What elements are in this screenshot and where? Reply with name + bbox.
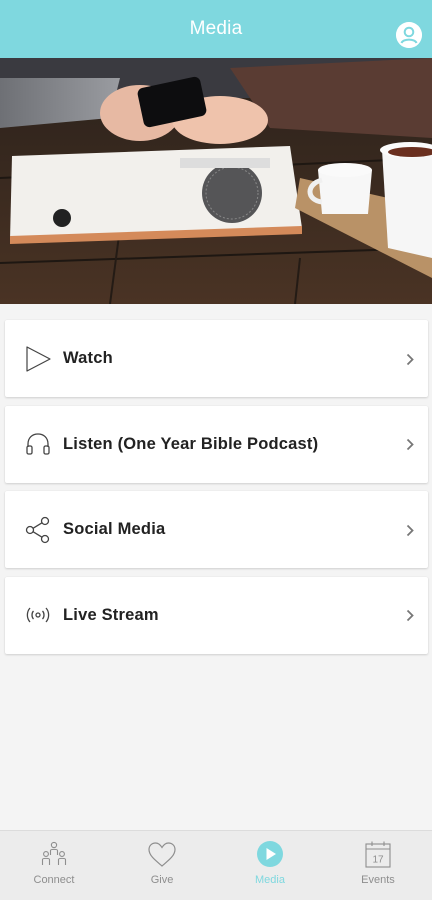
menu-item-label: Listen (One Year Bible Podcast): [63, 434, 319, 453]
tab-media[interactable]: Media: [216, 831, 324, 900]
profile-button[interactable]: [396, 22, 422, 48]
broadcast-icon: [21, 598, 55, 632]
tab-label: Connect: [33, 874, 75, 886]
app-header: Media: [0, 0, 432, 58]
menu-item-watch[interactable]: Watch: [5, 320, 428, 397]
menu-item-label: Social Media: [63, 520, 166, 538]
profile-icon: [396, 22, 422, 48]
tab-connect[interactable]: Connect: [0, 831, 108, 900]
chevron-right-icon: [406, 524, 414, 536]
media-menu: Watch Listen (One Year Bible Podcast) So…: [5, 320, 428, 662]
tab-label: Events: [361, 874, 395, 886]
play-outline-icon: [21, 342, 55, 376]
calendar-day: 17: [372, 855, 384, 866]
share-icon: [21, 513, 55, 547]
heart-icon: [146, 839, 178, 871]
menu-item-social-media[interactable]: Social Media: [5, 491, 428, 568]
people-icon: [38, 839, 70, 871]
chevron-right-icon: [406, 438, 414, 451]
tab-label: Media: [255, 874, 285, 886]
chevron-right-icon: [406, 609, 414, 622]
play-circle-icon: [254, 839, 286, 871]
chevron-right-icon: [406, 353, 414, 365]
calendar-icon: 17: [362, 839, 394, 871]
menu-item-label: Watch: [63, 349, 113, 367]
menu-item-listen[interactable]: Listen (One Year Bible Podcast): [5, 405, 428, 483]
tab-give[interactable]: Give: [108, 831, 216, 900]
headphones-icon: [21, 427, 55, 461]
menu-item-live-stream[interactable]: Live Stream: [5, 576, 428, 654]
tab-events[interactable]: 17 Events: [324, 831, 432, 900]
hero-image: [0, 58, 432, 304]
menu-item-label: Live Stream: [63, 605, 159, 624]
page-title: Media: [189, 18, 243, 39]
bottom-tab-bar: Connect Give Media 17 Events: [0, 830, 432, 900]
tab-label: Give: [150, 874, 174, 886]
